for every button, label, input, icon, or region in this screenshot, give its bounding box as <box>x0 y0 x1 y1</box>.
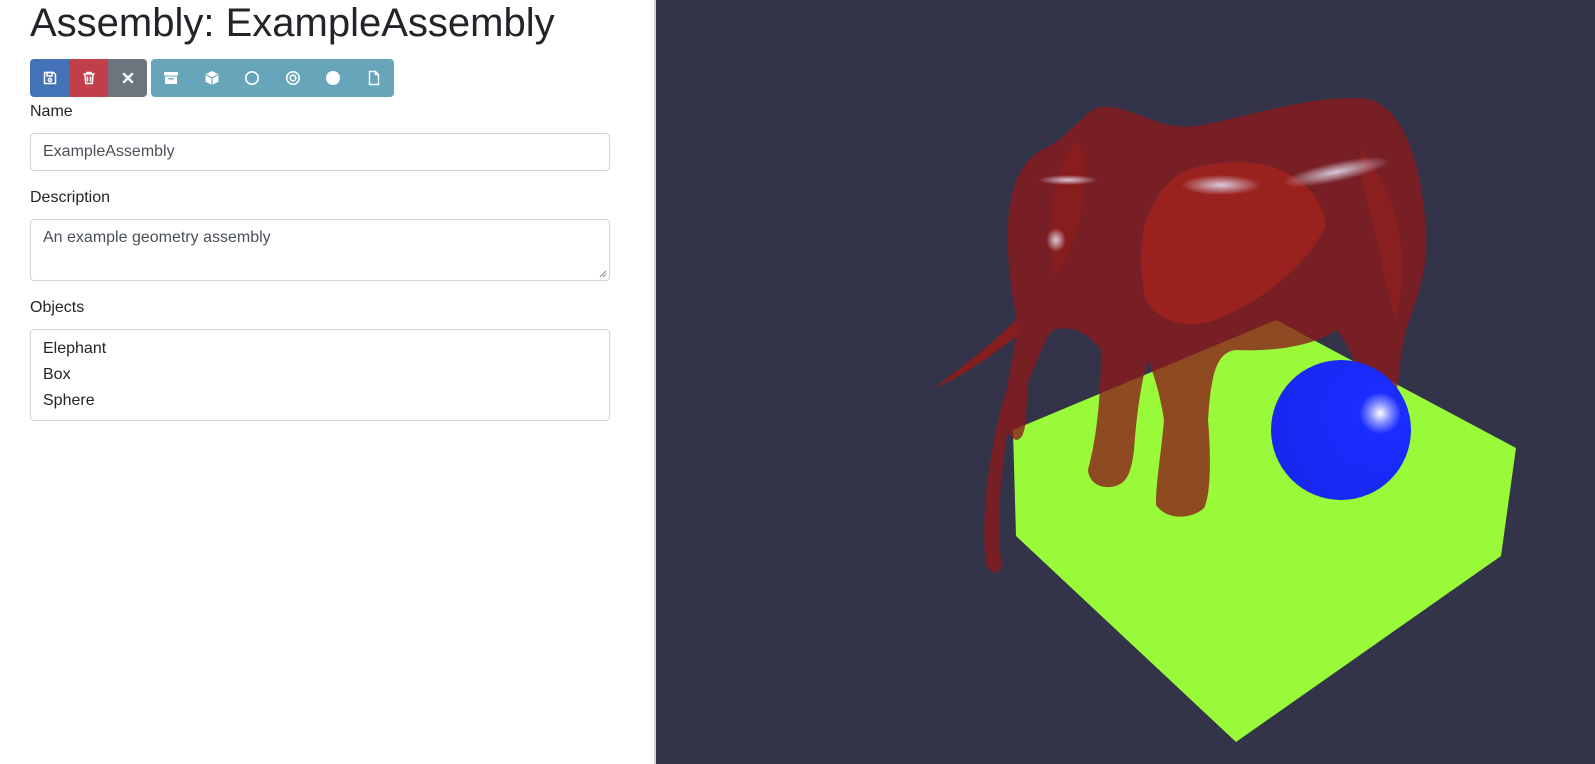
elephant-highlight-3 <box>1181 175 1261 195</box>
archive-icon <box>164 72 179 84</box>
sphere-object[interactable] <box>1271 360 1411 500</box>
add-group-button[interactable] <box>151 59 192 97</box>
close-icon <box>122 72 133 84</box>
bullseye-icon <box>285 71 300 85</box>
add-object-button-group <box>151 59 394 97</box>
elephant-highlight-2 <box>1038 175 1098 185</box>
3d-scene <box>934 97 1516 742</box>
save-icon <box>43 71 56 85</box>
name-input[interactable]: ExampleAssembly <box>30 133 610 171</box>
page-title: Assembly: ExampleAssembly <box>30 1 555 45</box>
add-torus-button[interactable] <box>272 59 313 97</box>
objects-list[interactable]: Elephant Box Sphere <box>30 329 610 421</box>
add-box-button[interactable] <box>191 59 232 97</box>
primary-button-group <box>30 59 147 97</box>
add-solid-sphere-button[interactable] <box>313 59 354 97</box>
add-file-button[interactable] <box>353 59 394 97</box>
box-object[interactable] <box>1013 320 1516 742</box>
save-button[interactable] <box>30 59 69 97</box>
circle-outline-icon <box>245 71 260 85</box>
toolbar <box>30 59 394 97</box>
file-icon <box>368 70 379 86</box>
list-item-box[interactable]: Box <box>43 362 597 388</box>
editor-panel: Assembly: ExampleAssembly Name ExampleAs… <box>0 0 654 764</box>
3d-viewport[interactable] <box>656 0 1595 764</box>
close-button[interactable] <box>108 59 147 97</box>
description-text: An example geometry assembly <box>43 229 271 246</box>
list-item-sphere[interactable]: Sphere <box>43 388 597 414</box>
delete-button[interactable] <box>69 59 108 97</box>
description-textarea[interactable]: An example geometry assembly <box>30 219 610 281</box>
trash-icon <box>83 71 94 85</box>
elephant-highlight-1 <box>1046 228 1066 252</box>
list-item-elephant[interactable]: Elephant <box>43 336 597 362</box>
name-label: Name <box>30 103 73 120</box>
add-sphere-button[interactable] <box>232 59 273 97</box>
filled-circle-icon <box>326 71 341 85</box>
objects-label: Objects <box>30 299 85 316</box>
description-label: Description <box>30 189 111 206</box>
resize-grip-icon[interactable] <box>599 270 607 278</box>
cube-icon <box>204 71 219 85</box>
